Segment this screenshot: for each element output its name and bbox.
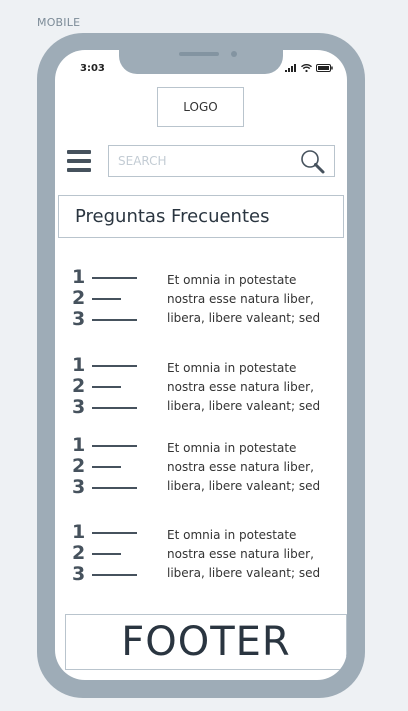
search-placeholder: SEARCH <box>118 154 167 168</box>
list-number: 2 <box>72 287 86 309</box>
list-number: 2 <box>72 455 86 477</box>
faq-text-line: nostra esse natura liber, <box>167 460 314 474</box>
faq-text-line: libera, libere valeant; sed <box>167 399 321 413</box>
list-number: 1 <box>72 266 86 288</box>
hamburger-menu-icon[interactable] <box>67 150 91 172</box>
list-number: 3 <box>72 563 86 585</box>
faq-text-line: nostra esse natura liber, <box>167 292 314 306</box>
faq-text-line: libera, libere valeant; sed <box>167 566 321 580</box>
logo[interactable]: LOGO <box>157 87 244 127</box>
list-number: 3 <box>72 308 86 330</box>
list-number: 3 <box>72 396 86 418</box>
battery-icon <box>316 64 333 72</box>
faq-text-line: Et omnia in potestate <box>167 528 297 542</box>
signal-icon <box>285 64 296 72</box>
search-icon[interactable] <box>300 149 326 175</box>
faq-text: Et omnia in potestate nostra esse natura… <box>167 359 320 416</box>
faq-text-line: libera, libere valeant; sed <box>167 311 321 325</box>
numbered-list-icon: 1 2 3 <box>72 522 142 585</box>
footer: FOOTER <box>65 614 347 670</box>
faq-text-line: nostra esse natura liber, <box>167 380 314 394</box>
faq-item[interactable]: 1 2 3 Et omnia in potestate nostra esse … <box>72 522 344 588</box>
numbered-list-icon: 1 2 3 <box>72 435 142 498</box>
faq-item[interactable]: 1 2 3 Et omnia in potestate nostra esse … <box>72 435 344 501</box>
faq-text-line: Et omnia in potestate <box>167 361 297 375</box>
faq-text-line: Et omnia in potestate <box>167 273 297 287</box>
speaker-icon <box>179 52 219 56</box>
faq-text: Et omnia in potestate nostra esse natura… <box>167 271 320 328</box>
camera-icon <box>231 51 237 57</box>
list-number: 2 <box>72 542 86 564</box>
faq-item[interactable]: 1 2 3 Et omnia in potestate nostra esse … <box>72 355 344 421</box>
status-icons <box>285 64 333 72</box>
faq-text: Et omnia in potestate nostra esse natura… <box>167 526 320 583</box>
list-number: 1 <box>72 521 86 543</box>
faq-title: Preguntas Frecuentes <box>58 195 344 238</box>
list-number: 1 <box>72 434 86 456</box>
faq-text: Et omnia in potestate nostra esse natura… <box>167 439 320 496</box>
list-number: 2 <box>72 375 86 397</box>
search-input[interactable]: SEARCH <box>108 145 335 177</box>
phone-screen: 3:03 LOGO SEARCH Preguntas Frecuentes 1 … <box>55 50 347 680</box>
mobile-label: MOBILE <box>37 16 81 29</box>
numbered-list-icon: 1 2 3 <box>72 267 142 330</box>
faq-item[interactable]: 1 2 3 Et omnia in potestate nostra esse … <box>72 267 344 333</box>
list-number: 3 <box>72 476 86 498</box>
faq-text-line: Et omnia in potestate <box>167 441 297 455</box>
faq-text-line: nostra esse natura liber, <box>167 547 314 561</box>
phone-notch <box>119 50 283 74</box>
faq-text-line: libera, libere valeant; sed <box>167 479 321 493</box>
list-number: 1 <box>72 354 86 376</box>
numbered-list-icon: 1 2 3 <box>72 355 142 418</box>
status-time: 3:03 <box>80 63 105 74</box>
wifi-icon <box>301 64 312 72</box>
